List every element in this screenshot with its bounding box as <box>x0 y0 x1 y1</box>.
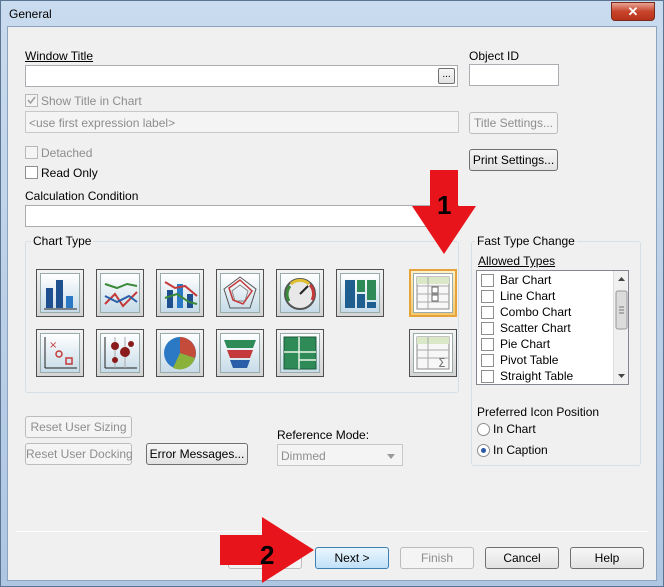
combo-chart-icon[interactable] <box>156 269 204 317</box>
title-settings-button[interactable]: Title Settings... <box>469 112 558 134</box>
pie-chart-graphic <box>164 337 196 370</box>
in-caption-label: In Caption <box>493 443 548 457</box>
radar-chart-icon[interactable] <box>216 269 264 317</box>
in-chart-label: In Chart <box>493 422 536 436</box>
calc-condition-label: Calculation Condition <box>25 189 139 203</box>
window-title-label: Window Title <box>25 49 94 63</box>
line-chart-graphic <box>104 282 138 308</box>
line-chart-icon[interactable] <box>96 269 144 317</box>
svg-text:Σ: Σ <box>438 356 446 370</box>
help-button[interactable]: Help <box>570 547 644 569</box>
straight-table-icon[interactable]: Σ <box>409 329 457 377</box>
read-only-label: Read Only <box>41 166 98 180</box>
in-chart-radio[interactable] <box>477 423 490 436</box>
show-title-label: Show Title in Chart <box>41 94 142 108</box>
grid-chart-icon[interactable] <box>96 329 144 377</box>
detached-label: Detached <box>41 146 93 160</box>
chart-type-label: Chart Type <box>31 234 94 248</box>
checkmark-icon <box>27 96 36 105</box>
window-title: General <box>9 7 52 21</box>
footer-separator <box>16 531 648 532</box>
scatter-chart-icon[interactable]: × <box>36 329 84 377</box>
scatter-chart-graphic: × <box>44 337 77 369</box>
block-chart-icon[interactable] <box>276 329 324 377</box>
pivot-table-graphic <box>416 276 450 310</box>
finish-button[interactable]: Finish <box>400 547 474 569</box>
scrollbar-graphic <box>615 277 628 378</box>
fast-type-label: Fast Type Change <box>475 234 577 248</box>
allowed-types-list[interactable]: Bar Chart Line Chart Combo Chart Scatter… <box>476 270 629 385</box>
read-only-checkbox[interactable] <box>25 166 38 179</box>
preferred-icon-label: Preferred Icon Position <box>477 405 600 419</box>
object-id-label: Object ID <box>469 49 520 63</box>
cancel-button[interactable]: Cancel <box>485 547 559 569</box>
allowed-types-label: Allowed Types <box>478 254 556 268</box>
gauge-chart-graphic <box>284 278 316 310</box>
in-caption-radio[interactable] <box>477 444 490 457</box>
object-id-input[interactable] <box>469 64 559 86</box>
list-scrollbar[interactable] <box>613 271 628 384</box>
reference-mode-select[interactable]: Dimmed <box>277 444 403 466</box>
window-title-browse-button[interactable]: ... <box>438 68 455 84</box>
window-title-input[interactable]: ... <box>25 65 458 87</box>
show-title-expression-input[interactable]: <use first expression label> <box>25 111 459 133</box>
show-title-checkbox[interactable] <box>25 94 38 107</box>
gauge-chart-icon[interactable] <box>276 269 324 317</box>
funnel-chart-icon[interactable] <box>216 329 264 377</box>
next-button[interactable]: Next > <box>315 547 389 569</box>
straight-table-graphic: Σ <box>416 336 450 370</box>
combo-chart-graphic <box>164 281 198 308</box>
radar-chart-graphic <box>223 276 257 309</box>
block-chart-graphic <box>283 336 317 370</box>
annotation-marker-2: 2 <box>260 540 275 570</box>
grid-chart-graphic <box>104 337 137 369</box>
reset-user-sizing-button[interactable]: Reset User Sizing <box>25 416 132 438</box>
mekko-chart-graphic <box>345 280 376 308</box>
chevron-down-icon <box>387 454 395 459</box>
reference-mode-value: Dimmed <box>281 449 326 463</box>
pivot-table-icon[interactable] <box>409 269 457 317</box>
error-messages-button[interactable]: Error Messages... <box>146 443 248 465</box>
print-settings-button[interactable]: Print Settings... <box>469 149 558 171</box>
reference-mode-label: Reference Mode: <box>277 428 370 442</box>
mekko-chart-icon[interactable] <box>336 269 384 317</box>
bar-chart-icon[interactable] <box>36 269 84 317</box>
calc-condition-input[interactable] <box>25 205 459 227</box>
annotation-marker-1: 1 <box>437 190 452 220</box>
bar-chart-graphic <box>44 280 77 310</box>
funnel-chart-graphic <box>224 340 256 368</box>
reset-user-docking-button[interactable]: Reset User Docking <box>25 443 133 465</box>
pie-chart-icon[interactable] <box>156 329 204 377</box>
title-bar: General ✕ <box>1 1 664 27</box>
detached-checkbox[interactable] <box>25 146 38 159</box>
svg-text:×: × <box>49 340 57 351</box>
close-button[interactable]: ✕ <box>611 2 655 21</box>
